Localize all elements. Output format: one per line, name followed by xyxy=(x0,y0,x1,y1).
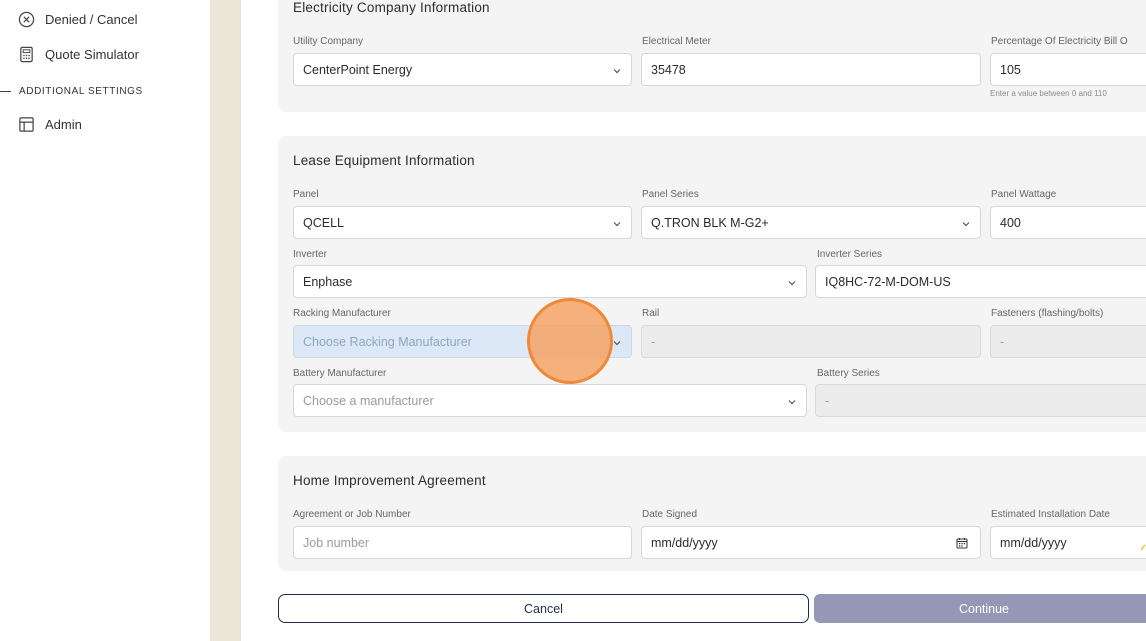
sidebar-item-quote-simulator[interactable]: Quote Simulator xyxy=(18,43,139,65)
bill-percentage-value: 105 xyxy=(1000,62,1021,77)
card-title: Home Improvement Agreement xyxy=(293,473,486,488)
install-date-input[interactable]: mm/dd/yyyy xyxy=(990,526,1146,559)
date-signed-label: Date Signed xyxy=(642,509,698,520)
utility-company-value: CenterPoint Energy xyxy=(303,62,413,77)
inverter-label: Inverter xyxy=(293,249,327,260)
electrical-meter-label: Electrical Meter xyxy=(642,36,711,47)
inverter-series-value: IQ8HC-72-M-DOM-US xyxy=(825,274,951,289)
battery-manufacturer-placeholder: Choose a manufacturer xyxy=(303,393,434,408)
sidebar-item-label: Quote Simulator xyxy=(45,46,139,62)
section-label-text: ADDITIONAL SETTINGS xyxy=(19,85,143,97)
battery-series-select[interactable]: - xyxy=(815,384,1146,417)
utility-company-label: Utility Company xyxy=(293,36,364,47)
rail-select[interactable]: - xyxy=(641,325,981,358)
panel-select[interactable]: QCELL xyxy=(293,206,632,239)
panel-wattage-label: Panel Wattage xyxy=(991,189,1057,200)
racking-manufacturer-label: Racking Manufacturer xyxy=(293,308,391,319)
panel-series-select[interactable]: Q.TRON BLK M-G2+ xyxy=(641,206,981,239)
bill-percentage-label: Percentage Of Electricity Bill O xyxy=(991,36,1128,47)
electrical-meter-value: 35478 xyxy=(651,62,686,77)
date-signed-value: mm/dd/yyyy xyxy=(651,535,718,550)
sidebar: Denied / Cancel Quote Simulator ADDITION… xyxy=(0,0,210,641)
chevron-down-icon xyxy=(788,279,796,287)
sidebar-item-label: Denied / Cancel xyxy=(45,11,138,27)
install-date-value: mm/dd/yyyy xyxy=(1000,535,1067,550)
inverter-value: Enphase xyxy=(303,274,353,289)
rail-label: Rail xyxy=(642,308,660,319)
panel-series-label: Panel Series xyxy=(642,189,699,200)
job-number-label: Agreement or Job Number xyxy=(293,509,411,520)
sidebar-item-label: Admin xyxy=(45,116,82,132)
panel-wattage-value: 400 xyxy=(1000,215,1021,230)
racking-manufacturer-select[interactable]: Choose Racking Manufacturer xyxy=(293,325,632,358)
racking-manufacturer-placeholder: Choose Racking Manufacturer xyxy=(303,334,472,349)
cancel-button[interactable]: Cancel xyxy=(278,594,809,623)
circle-x-icon xyxy=(18,11,35,28)
chevron-down-icon xyxy=(788,398,796,406)
card-title: Electricity Company Information xyxy=(293,0,490,15)
scroll-indicator-icon xyxy=(1140,544,1146,551)
calendar-icon[interactable] xyxy=(956,537,968,549)
rail-value: - xyxy=(651,334,656,349)
calculator-icon xyxy=(18,46,35,63)
inverter-series-label: Inverter Series xyxy=(817,249,883,260)
utility-company-select[interactable]: CenterPoint Energy xyxy=(293,53,632,86)
bill-percentage-hint: Enter a value between 0 and 110 xyxy=(990,89,1107,98)
chevron-down-icon xyxy=(962,220,970,228)
chevron-down-icon xyxy=(613,220,621,228)
continue-button[interactable]: Continue xyxy=(814,594,1146,623)
panel-label: Panel xyxy=(293,189,319,200)
panel-series-value: Q.TRON BLK M-G2+ xyxy=(651,215,769,230)
content-gutter xyxy=(210,0,240,641)
fasteners-label: Fasteners (flashing/bolts) xyxy=(991,308,1104,319)
chevron-down-icon xyxy=(613,339,621,347)
inverter-series-select[interactable]: IQ8HC-72-M-DOM-US xyxy=(815,265,1146,298)
battery-manufacturer-label: Battery Manufacturer xyxy=(293,368,387,379)
sidebar-item-denied-cancel[interactable]: Denied / Cancel xyxy=(18,8,138,30)
card-title: Lease Equipment Information xyxy=(293,153,475,168)
sidebar-section-additional-settings: ADDITIONAL SETTINGS xyxy=(0,83,143,99)
fasteners-value: - xyxy=(1000,334,1005,349)
panel-value: QCELL xyxy=(303,215,344,230)
battery-manufacturer-select[interactable]: Choose a manufacturer xyxy=(293,384,807,417)
chevron-down-icon xyxy=(613,67,621,75)
layout-icon xyxy=(18,116,35,133)
inverter-select[interactable]: Enphase xyxy=(293,265,807,298)
bill-percentage-input[interactable]: 105 xyxy=(990,53,1146,86)
fasteners-select[interactable]: - xyxy=(990,325,1146,358)
battery-series-label: Battery Series xyxy=(817,368,880,379)
panel-wattage-input[interactable]: 400 xyxy=(990,206,1146,239)
sidebar-item-admin[interactable]: Admin xyxy=(18,113,82,135)
install-date-label: Estimated Installation Date xyxy=(991,509,1110,520)
date-signed-input[interactable]: mm/dd/yyyy xyxy=(641,526,981,559)
job-number-placeholder: Job number xyxy=(303,535,370,550)
section-dash xyxy=(0,90,11,92)
job-number-input[interactable]: Job number xyxy=(293,526,632,559)
electrical-meter-input[interactable]: 35478 xyxy=(641,53,981,86)
battery-series-value: - xyxy=(825,393,830,408)
